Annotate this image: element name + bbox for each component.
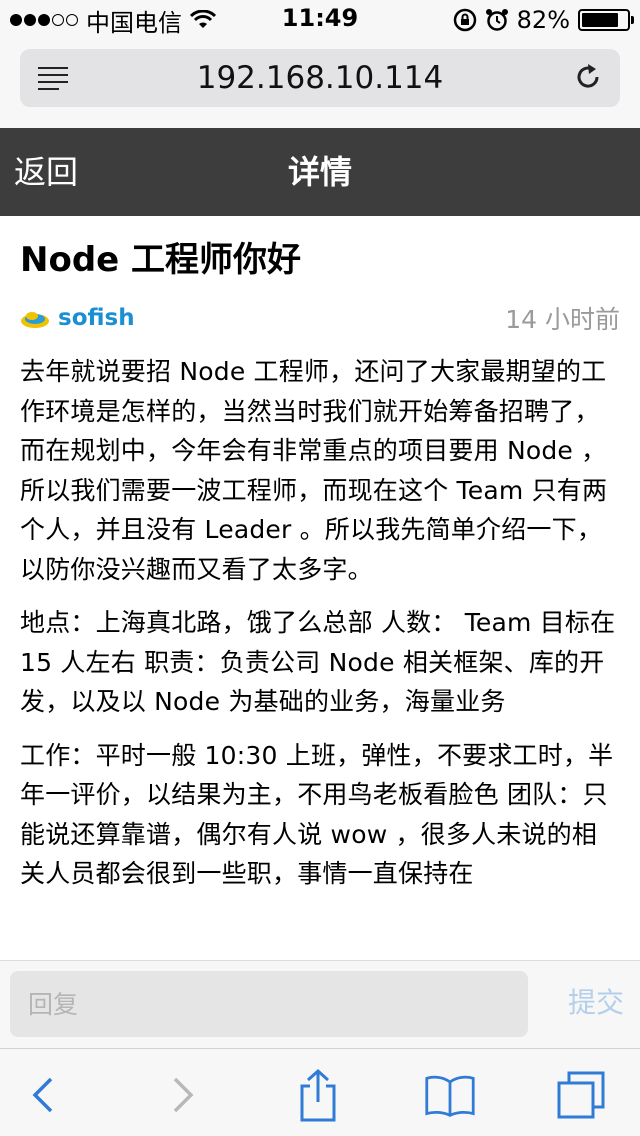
back-button[interactable]: 返回: [14, 128, 78, 216]
author[interactable]: sofish: [20, 305, 135, 331]
alarm-icon: [485, 9, 508, 31]
post-title: Node 工程师你好: [20, 240, 302, 280]
wifi-icon: [190, 10, 216, 28]
rotation-lock-icon: [453, 8, 476, 32]
forward-icon[interactable]: [157, 1069, 209, 1121]
post-time: 14 小时前: [505, 305, 620, 334]
post-paragraph: 地点：上海真北路，饿了么总部 人数： Team 目标在 15 人左右 职责：负责…: [20, 608, 616, 716]
post-paragraph: 工作：平时一般 10:30 上班，弹性，不要求工时，半年一评价，以结果为主，不用…: [20, 740, 614, 889]
carrier-name: 中国电信: [86, 8, 182, 37]
app-navbar: 返回 详情: [0, 128, 640, 216]
reply-bar: 提交: [0, 960, 640, 1048]
post-content[interactable]: Node 工程师你好 sofish 14 小时前 去年就说要招 Node 工程师…: [0, 216, 640, 960]
post-paragraph: 去年就说要招 Node 工程师，还问了大家最期望的工作环境是怎样的，当然当时我们…: [20, 357, 608, 584]
url-text[interactable]: 192.168.10.114: [20, 60, 620, 96]
submit-button[interactable]: 提交: [568, 981, 624, 1021]
battery-percentage: 82%: [516, 6, 570, 34]
battery-icon: [578, 9, 634, 31]
page-title: 详情: [287, 153, 352, 191]
author-avatar-icon: [21, 312, 49, 328]
share-icon[interactable]: [292, 1068, 344, 1122]
reply-input[interactable]: [10, 971, 528, 1037]
signal-strength-icon: [10, 14, 78, 26]
status-bar: 中国电信 11:49 82%: [0, 0, 640, 40]
browser-address-area: 192.168.10.114: [0, 40, 640, 128]
reload-icon[interactable]: [572, 61, 604, 93]
bookmarks-icon[interactable]: [424, 1069, 476, 1121]
back-icon[interactable]: [17, 1069, 69, 1121]
post-meta: sofish 14 小时前: [20, 300, 620, 336]
author-name[interactable]: sofish: [58, 305, 135, 331]
tabs-icon[interactable]: [555, 1069, 607, 1121]
address-bar[interactable]: 192.168.10.114: [20, 49, 620, 107]
browser-toolbar: [0, 1048, 640, 1136]
